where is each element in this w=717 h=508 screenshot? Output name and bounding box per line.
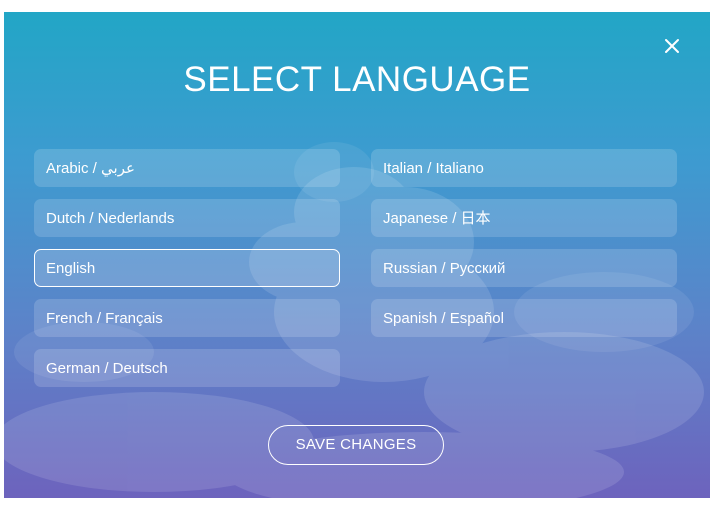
language-option-english[interactable]: English — [34, 249, 340, 287]
language-option-spanish[interactable]: Spanish / Español — [371, 299, 677, 337]
language-option-russian[interactable]: Russian / Русский — [371, 249, 677, 287]
language-option-italian[interactable]: Italian / Italiano — [371, 149, 677, 187]
dialog-title: SELECT LANGUAGE — [183, 60, 531, 99]
language-option-japanese[interactable]: Japanese / 日本 — [371, 199, 677, 237]
language-option-german[interactable]: German / Deutsch — [34, 349, 340, 387]
language-option-arabic[interactable]: Arabic / عربي — [34, 149, 340, 187]
save-changes-button[interactable]: SAVE CHANGES — [268, 425, 444, 465]
language-option-french[interactable]: French / Français — [34, 299, 340, 337]
language-option-dutch[interactable]: Dutch / Nederlands — [34, 199, 340, 237]
close-icon — [665, 39, 679, 53]
language-dialog: SELECT LANGUAGE Arabic / عربي Dutch / Ne… — [4, 12, 710, 498]
close-button[interactable] — [662, 36, 682, 56]
